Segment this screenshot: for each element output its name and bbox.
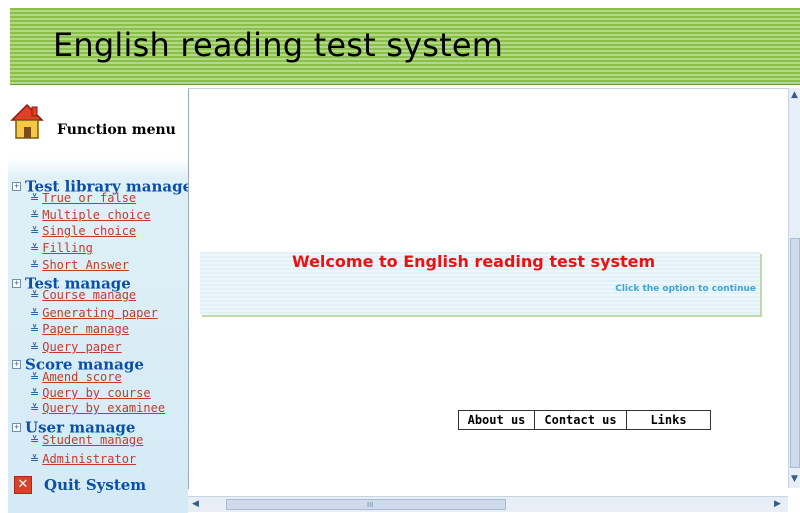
- quit-system-button[interactable]: ✕ Quit System: [14, 474, 146, 494]
- house-icon: [10, 103, 44, 139]
- double-chevron-down-icon: ≚: [30, 371, 40, 384]
- menu-item-student-manage[interactable]: ≚ Student manage: [30, 433, 143, 447]
- horizontal-scroll-thumb[interactable]: III: [226, 499, 506, 510]
- expand-plus-icon[interactable]: +: [12, 279, 21, 288]
- welcome-hint: Click the option to continue: [615, 284, 756, 294]
- function-menu-heading: Function menu: [10, 100, 186, 150]
- links-button[interactable]: Links: [627, 410, 711, 430]
- menu-item-paper-manage[interactable]: ≚ Paper manage: [30, 322, 129, 336]
- menu-item-multiple-choice[interactable]: ≚ Multiple choice: [30, 208, 151, 222]
- scroll-left-arrow-icon[interactable]: ◀: [192, 499, 199, 509]
- horizontal-scrollbar[interactable]: ◀ III ▶: [188, 496, 788, 512]
- menu-item-single-choice[interactable]: ≚ Single choice: [30, 224, 136, 238]
- scroll-right-arrow-icon[interactable]: ▶: [774, 499, 781, 509]
- menu-item-true-or-false[interactable]: ≚ True or false: [30, 191, 136, 205]
- double-chevron-down-icon: ≚: [30, 242, 40, 255]
- welcome-banner: Welcome to English reading test system C…: [200, 252, 760, 315]
- double-chevron-down-icon: ≚: [30, 341, 40, 354]
- function-menu-label: Function menu: [57, 122, 176, 138]
- expand-plus-icon[interactable]: +: [12, 182, 21, 191]
- double-chevron-down-icon: ≚: [30, 225, 40, 238]
- close-x-icon[interactable]: ✕: [14, 475, 32, 494]
- welcome-title: Welcome to English reading test system: [292, 252, 656, 271]
- footer-button-bar: About us Contact us Links: [458, 410, 711, 430]
- double-chevron-down-icon: ≚: [30, 453, 40, 466]
- vertical-scrollbar[interactable]: ▲ ▼: [788, 88, 800, 488]
- menu-item-query-by-examinee[interactable]: ≚ Query by examinee: [30, 401, 165, 415]
- double-chevron-down-icon: ≚: [30, 259, 40, 272]
- menu-item-administrator[interactable]: ≚ Administrator: [30, 452, 136, 466]
- double-chevron-down-icon: ≚: [30, 323, 40, 336]
- menu-item-course-manage[interactable]: ≚ Course manage: [30, 288, 136, 302]
- menu-item-filling[interactable]: ≚ Filling: [30, 241, 93, 255]
- double-chevron-down-icon: ≚: [30, 307, 40, 320]
- contact-us-button[interactable]: Contact us: [535, 410, 627, 430]
- about-us-button[interactable]: About us: [458, 410, 535, 430]
- double-chevron-down-icon: ≚: [30, 402, 40, 415]
- expand-plus-icon[interactable]: +: [12, 360, 21, 369]
- grip-icon: III: [367, 501, 374, 509]
- double-chevron-down-icon: ≚: [30, 192, 40, 205]
- double-chevron-down-icon: ≚: [30, 387, 40, 400]
- menu-item-generating-paper[interactable]: ≚ Generating paper: [30, 306, 158, 320]
- expand-plus-icon[interactable]: +: [12, 423, 21, 432]
- app-title: English reading test system: [53, 26, 504, 64]
- double-chevron-down-icon: ≚: [30, 289, 40, 302]
- double-chevron-down-icon: ≚: [30, 434, 40, 447]
- menu-item-amend-score[interactable]: ≚ Amend score: [30, 370, 122, 384]
- menu-item-query-paper[interactable]: ≚ Query paper: [30, 340, 122, 354]
- sidebar: Function menu + Test library manage ≚ True…: [8, 88, 192, 513]
- vertical-scroll-thumb[interactable]: [790, 238, 800, 468]
- double-chevron-down-icon: ≚: [30, 209, 40, 222]
- scroll-up-arrow-icon[interactable]: ▲: [791, 90, 798, 100]
- scroll-down-arrow-icon[interactable]: ▼: [791, 474, 798, 484]
- header-banner: English reading test system: [10, 8, 800, 85]
- menu-item-short-answer[interactable]: ≚ Short Answer: [30, 258, 129, 272]
- menu-item-query-by-course[interactable]: ≚ Query by course: [30, 386, 151, 400]
